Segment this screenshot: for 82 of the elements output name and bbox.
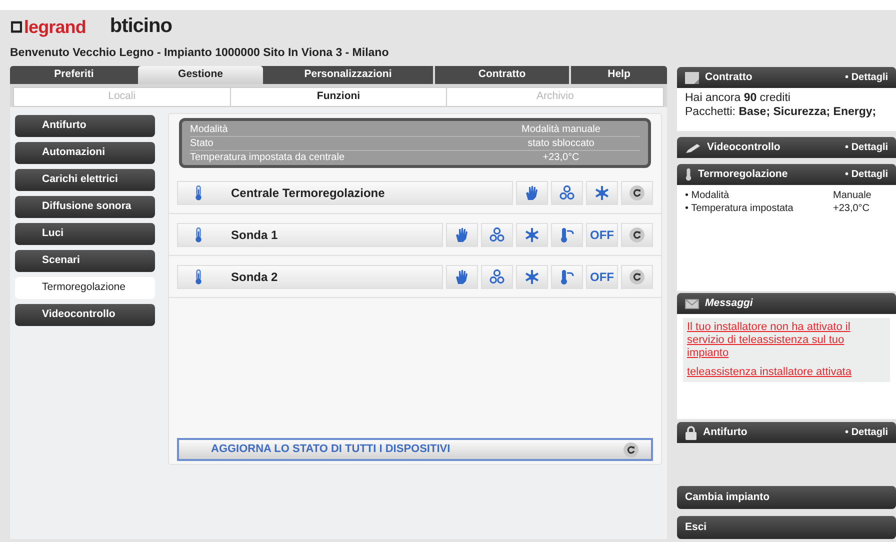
status-label: Temperatura impostata da centrale	[190, 151, 346, 165]
hand-icon	[454, 226, 470, 242]
details-link[interactable]: • Dettagli	[845, 167, 888, 182]
thermometer-button[interactable]	[551, 222, 583, 246]
refresh-all-button[interactable]: AGGIORNA LO STATO DI TUTTI I DISPOSITIVI	[177, 438, 653, 461]
sidebar-item[interactable]: Automazioni	[15, 142, 155, 164]
status-value: Modalità manuale	[520, 122, 602, 136]
panel-button[interactable]: Esci	[677, 516, 896, 539]
snowflake-button[interactable]	[516, 264, 548, 288]
sidebar-item[interactable]: Luci	[15, 223, 155, 245]
details-link[interactable]: • Dettagli	[845, 70, 888, 85]
device-name: Sonda 2	[231, 268, 278, 286]
message-link[interactable]: Il tuo installatore non ha attivato il servizio di teleassistenza sul tuo impianto	[687, 321, 886, 360]
logo: legrand	[11, 18, 86, 36]
panel-title: Contratto	[705, 70, 754, 85]
sidebar-item[interactable]: Carichi elettrici	[15, 169, 155, 191]
device-name: Centrale Termoregolazione	[231, 184, 385, 202]
menu-tab[interactable]: Preferiti	[10, 66, 138, 84]
refresh-icon	[623, 442, 639, 458]
refresh-button[interactable]	[621, 180, 653, 204]
thermometer-icon	[194, 268, 203, 284]
hand-icon	[454, 268, 470, 284]
panel-title: Termoregolazione	[698, 166, 789, 182]
thermometer-icon	[194, 184, 203, 200]
sidebar-item[interactable]: Termoregolazione	[15, 277, 155, 299]
sidebar-item[interactable]: Videocontrollo	[15, 304, 155, 326]
three-circles-icon	[559, 184, 575, 200]
thermometer-icon	[559, 268, 575, 284]
snowflake-icon	[524, 226, 540, 242]
snowflake-icon	[524, 268, 540, 284]
info-label: • Modalità	[685, 189, 730, 202]
three-circles-button[interactable]	[551, 180, 583, 204]
refresh-button[interactable]	[621, 264, 653, 288]
panel-title: Videocontrollo	[707, 140, 782, 155]
menu-tab[interactable]: Help	[571, 66, 667, 84]
thermometer-button[interactable]	[551, 264, 583, 288]
envelope-icon	[685, 298, 699, 308]
thermometer-icon	[685, 168, 692, 181]
sidebar-item[interactable]: Antifurto	[15, 115, 155, 137]
refresh-button[interactable]	[621, 222, 653, 246]
details-link[interactable]: • Dettagli	[845, 140, 888, 155]
hand-button[interactable]	[446, 264, 478, 288]
sidebar-item[interactable]: Diffusione sonora	[15, 196, 155, 218]
hand-icon	[524, 184, 540, 200]
details-link[interactable]: • Dettagli	[845, 425, 888, 440]
logo: bticino	[110, 16, 172, 36]
refresh-icon	[629, 226, 645, 242]
packages-text: Pacchetti: Base; Sicurezza; Energy;	[685, 105, 878, 119]
snowflake-button[interactable]	[586, 180, 618, 204]
panel-title: Messaggi	[705, 296, 754, 311]
padlock-icon	[685, 426, 697, 440]
document-icon	[685, 72, 699, 84]
info-value: Manuale	[833, 189, 872, 202]
status-value: +23,0°C	[542, 151, 580, 165]
off-button[interactable]: OFF	[586, 222, 618, 246]
snowflake-button[interactable]	[516, 222, 548, 246]
device-name: Sonda 1	[231, 226, 278, 244]
panel-button[interactable]: Cambia impianto	[677, 486, 896, 509]
info-value: +23,0°C	[833, 202, 870, 215]
three-circles-button[interactable]	[481, 222, 513, 246]
off-button[interactable]: OFF	[586, 264, 618, 288]
hand-button[interactable]	[446, 222, 478, 246]
message-link[interactable]: teleassistenza installatore attivata	[687, 366, 886, 379]
refresh-icon	[629, 268, 645, 284]
sidebar-item[interactable]: Scenari	[15, 250, 155, 272]
welcome-text: Benvenuto Vecchio Legno - Impianto 1000000 Sito In Viona 3 - Milano	[10, 46, 389, 62]
status-label: Stato	[190, 137, 214, 151]
snowflake-icon	[594, 184, 610, 200]
menu-tab[interactable]: Gestione	[138, 66, 263, 84]
thermometer-icon	[559, 226, 575, 242]
three-circles-icon	[489, 268, 505, 284]
sub-tab[interactable]: Funzioni	[230, 88, 448, 106]
refresh-icon	[629, 184, 645, 200]
hand-button[interactable]	[516, 180, 548, 204]
three-circles-button[interactable]	[481, 264, 513, 288]
thermometer-icon	[194, 226, 203, 242]
info-label: • Temperatura impostata	[685, 202, 794, 215]
status-value: stato sbloccato	[526, 137, 596, 151]
three-circles-icon	[489, 226, 505, 242]
credits-text: Hai ancora 90 crediti	[685, 91, 792, 105]
panel-title: Antifurto	[703, 424, 748, 440]
status-label: Modalità	[190, 122, 229, 136]
